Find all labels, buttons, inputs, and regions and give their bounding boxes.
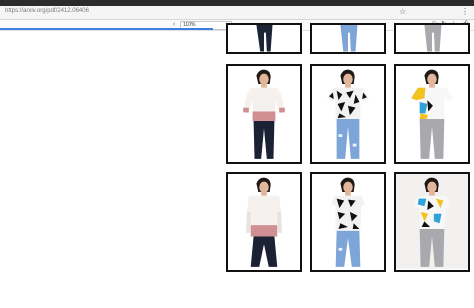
model-photo <box>312 174 384 269</box>
pdf-page <box>0 23 474 308</box>
fashion-image-tile <box>226 23 302 54</box>
address-bar[interactable]: https://arxiv.org/pdf/2412.06406 ☆ ⋮ <box>0 6 474 20</box>
fashion-image-tile <box>226 64 302 164</box>
fashion-image-tile <box>310 172 386 272</box>
model-photo <box>228 25 300 52</box>
fashion-image-tile <box>310 64 386 164</box>
fashion-image-tile <box>310 23 386 54</box>
fashion-image-tile <box>394 23 470 54</box>
model-photo <box>396 25 468 52</box>
fashion-image-tile <box>394 64 470 164</box>
model-photo <box>396 66 468 161</box>
url-text[interactable]: https://arxiv.org/pdf/2412.06406 <box>5 8 89 14</box>
model-photo <box>312 25 384 52</box>
fashion-image-tile <box>226 172 302 272</box>
fashion-image-tile <box>394 172 470 272</box>
more-vert-icon[interactable]: ⋮ <box>461 7 469 17</box>
star-icon[interactable]: ☆ <box>399 7 406 17</box>
model-photo <box>228 174 300 269</box>
model-photo <box>228 66 300 161</box>
loading-progress-bar <box>0 28 214 30</box>
model-photo <box>312 66 384 161</box>
model-photo <box>396 174 468 269</box>
